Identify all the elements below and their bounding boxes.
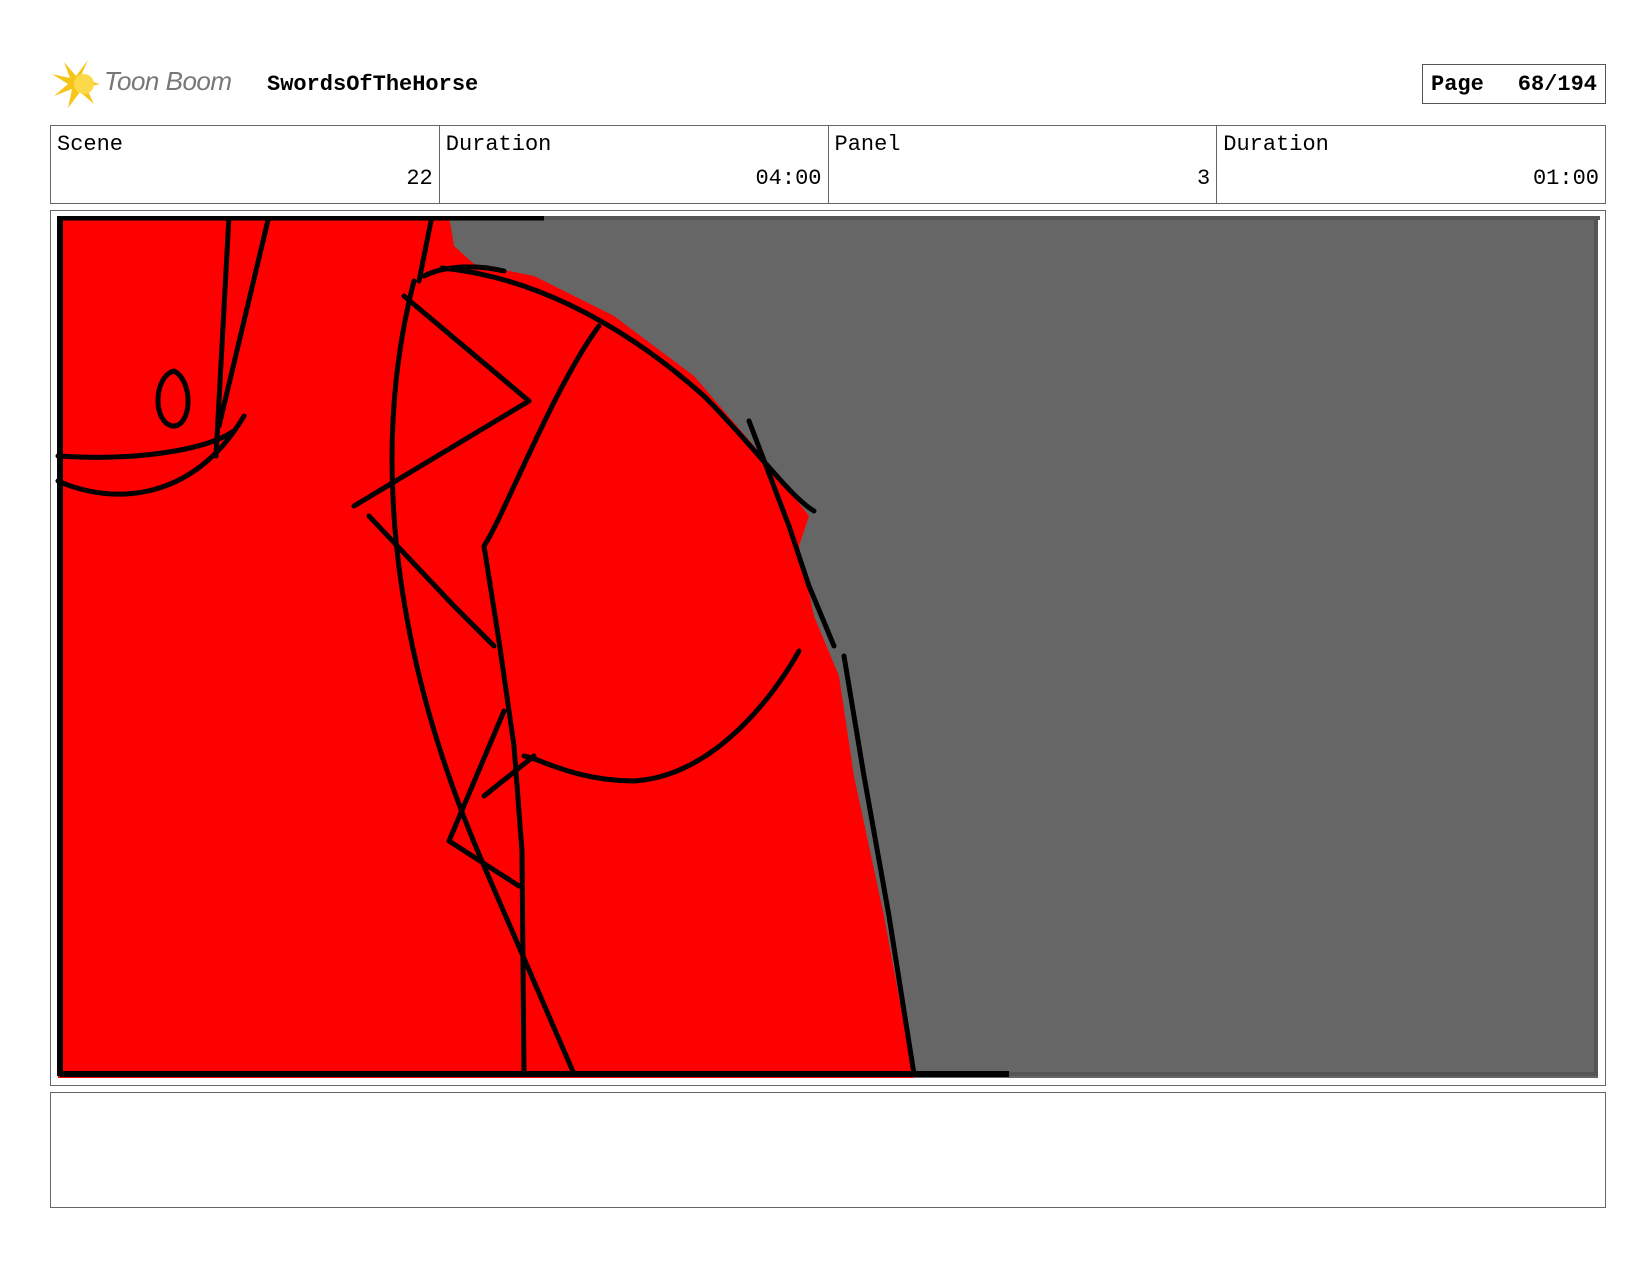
- scene-value: 22: [406, 166, 433, 191]
- storyboard-panel-frame: [50, 210, 1606, 1086]
- panel-value: 3: [1197, 166, 1211, 191]
- page-number: 68/194: [1517, 71, 1597, 97]
- scene-cell: Scene 22: [51, 126, 440, 203]
- panel-label: Panel: [834, 132, 901, 157]
- scene-duration-cell: Duration 04:00: [440, 126, 829, 203]
- page-header: Toon Boom SwordsOfTheHorse Page 68/194: [50, 56, 1606, 116]
- storyboard-drawing: [55, 216, 1600, 1078]
- logo-text: Toon Boom: [104, 66, 232, 96]
- panel-duration-label: Duration: [1223, 132, 1329, 157]
- panel-info-bar: Scene 22 Duration 04:00 Panel 3 Duration…: [50, 125, 1606, 204]
- panel-duration-value: 01:00: [1532, 166, 1599, 191]
- project-name: SwordsOfTheHorse: [267, 72, 479, 97]
- panel-duration-cell: Duration 01:00: [1217, 126, 1605, 203]
- panel-notes-box: [50, 1092, 1606, 1208]
- starburst-icon: [52, 60, 100, 108]
- scene-label: Scene: [57, 132, 124, 157]
- toon-boom-logo: Toon Boom: [50, 56, 250, 116]
- scene-duration-label: Duration: [445, 132, 552, 157]
- page-label: Page: [1431, 71, 1484, 97]
- page-indicator: Page 68/194: [1422, 64, 1606, 104]
- scene-duration-value: 04:00: [755, 166, 822, 191]
- panel-cell: Panel 3: [829, 126, 1218, 203]
